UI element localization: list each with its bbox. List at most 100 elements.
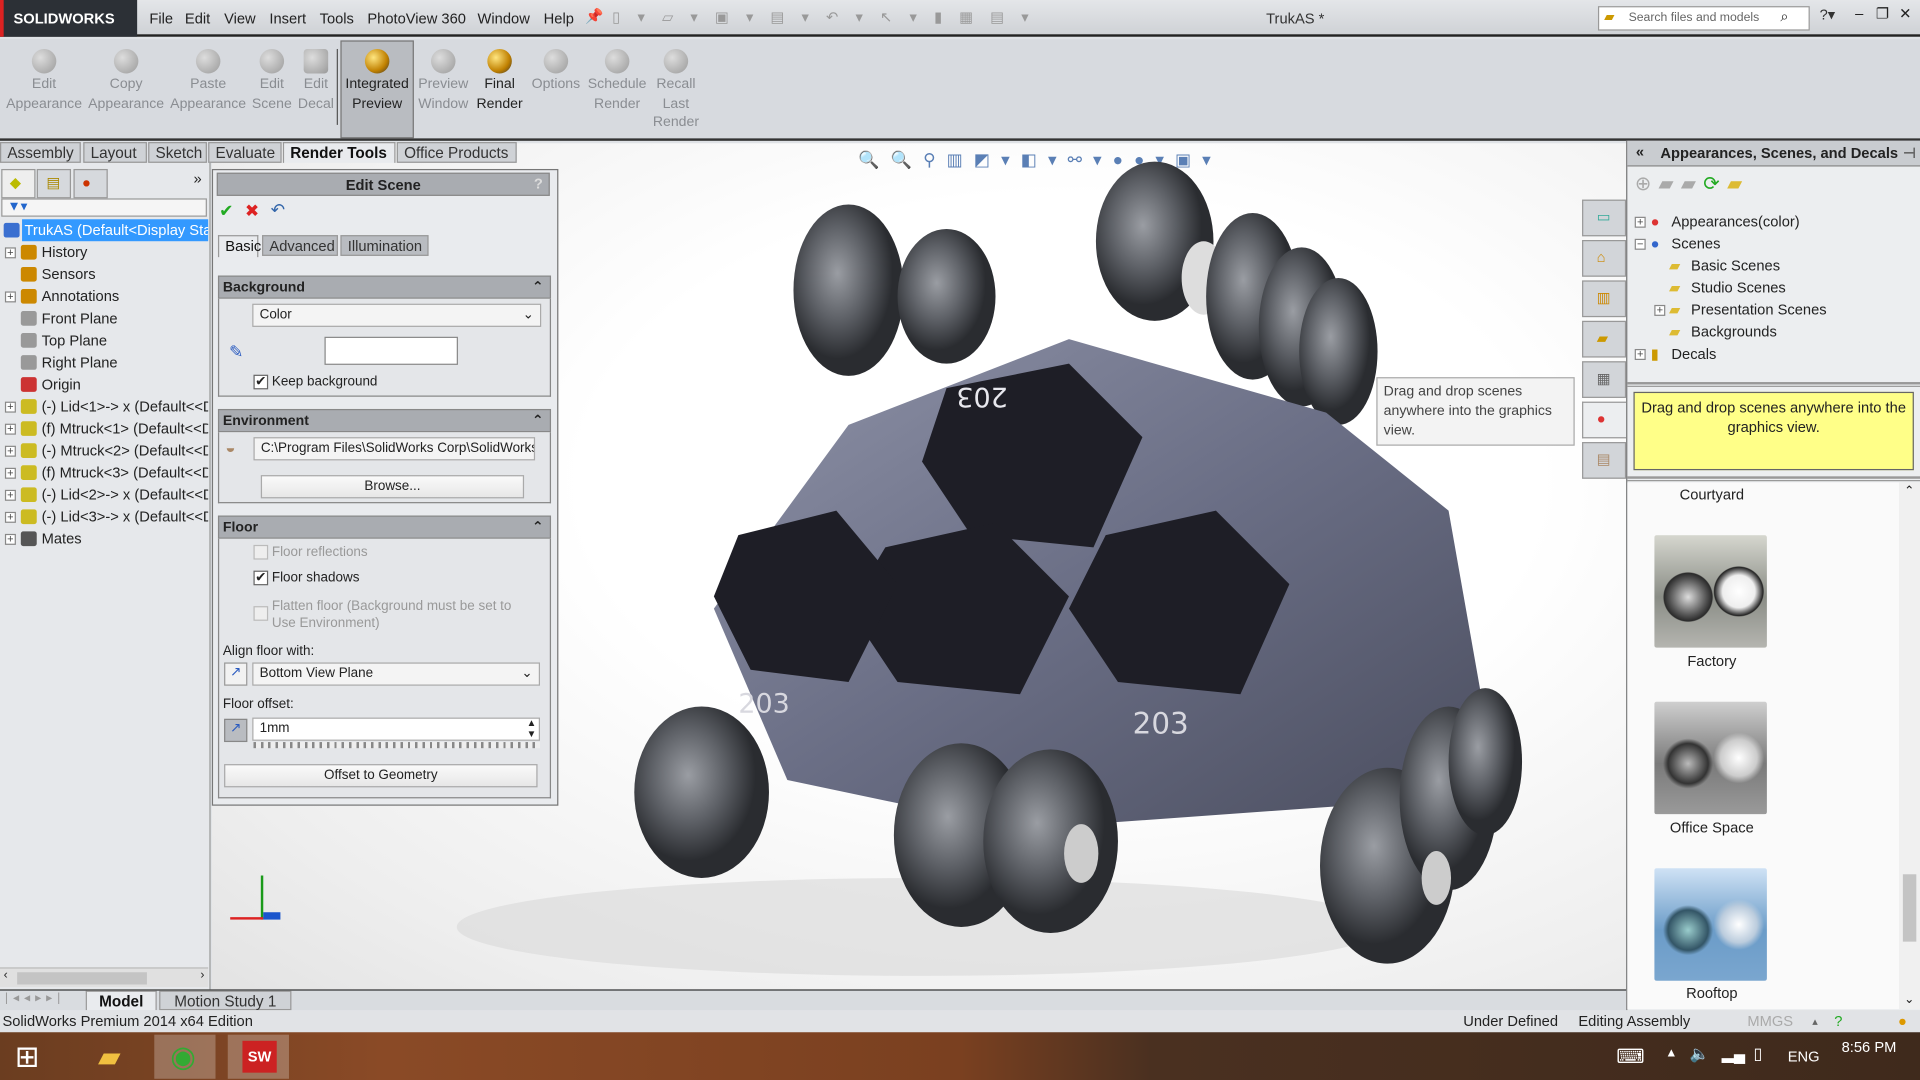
scene-thumb-factory[interactable] [1654,535,1767,648]
expand-icon[interactable]: + [4,401,16,413]
vertical-scrollbar[interactable]: ⌃ ⌄ [1899,482,1920,1009]
search-input[interactable]: Search files and models [1597,6,1810,31]
subtab-illumination[interactable]: Illumination [340,235,429,256]
ok-check-icon[interactable]: ✔ [219,201,233,222]
pin-icon[interactable]: ⊣ [1903,141,1916,167]
background-type-select[interactable]: Color ⌄ [252,303,542,327]
units-selector[interactable]: MMGS [1747,1010,1793,1032]
scene-thumb-rooftop[interactable] [1654,868,1767,981]
collapse-icon[interactable]: − [1634,238,1646,250]
tree-item-appearances[interactable]: + ● Appearances(color) [1634,211,1880,233]
environment-header[interactable]: Environment ⌃ [217,408,552,433]
expand-icon[interactable]: + [1634,348,1646,361]
open-folder-icon[interactable]: ▰ [1727,174,1749,195]
help-icon[interactable]: ?▾ [1820,6,1836,23]
file-explorer-taskbar[interactable]: ▰ [86,1035,147,1079]
integrated-preview-button[interactable]: Integrated Preview [342,44,413,114]
new-folder-icon[interactable]: ▰ [1658,174,1680,195]
tree-item[interactable]: + Annotations [0,285,208,307]
solidworks-logo[interactable]: SOLIDWORKS [0,0,138,37]
floor-shadows-checkbox[interactable]: ✔ [253,570,269,586]
tab-scroll-arrows[interactable]: |◂◂▸▸| [5,992,65,1005]
tree-root[interactable]: TrukAS (Default<Display State-1>) [0,219,209,242]
tab-model[interactable]: Model [85,990,157,1011]
tree-item[interactable]: Origin [0,373,208,395]
offset-thumbwheel[interactable] [253,742,541,749]
tree-item-decals[interactable]: + ▮ Decals [1634,343,1880,365]
final-render-button[interactable]: Final Render [475,44,524,114]
keep-background-checkbox[interactable]: ✔ [253,374,269,390]
feature-manager-tab[interactable]: ◆ [1,168,36,199]
expand-icon[interactable]: + [4,291,16,303]
library-tab[interactable]: ▥ [1582,280,1627,318]
rebuild-icon[interactable]: ● [1898,1010,1907,1032]
background-color-swatch[interactable] [324,336,458,365]
menu-photoview[interactable]: PhotoView 360 [367,10,466,27]
tree-item[interactable]: Front Plane [0,307,208,329]
tree-item[interactable]: + (-) Lid<3>-> x (Default<<Default> [0,506,208,528]
clock[interactable]: 8:56 PM [1842,1038,1897,1055]
quick-access-toolbar[interactable]: ▯▾▱▾▣▾▤▾↶▾↖▾▮▦▤▾ [612,9,1028,29]
eyedropper-icon[interactable]: ✎ [229,342,243,363]
menu-insert[interactable]: Insert [269,10,306,27]
tab-render-tools[interactable]: Render Tools [282,142,396,163]
restore-icon[interactable]: ❐ [1876,5,1889,22]
flatten-floor-checkbox[interactable] [253,606,269,621]
schedule-render-button[interactable]: Schedule Render [588,44,647,114]
language-indicator[interactable]: ENG [1788,1048,1820,1065]
splitter[interactable] [1627,476,1920,482]
expand-icon[interactable]: + [4,533,16,545]
view-palette-tab[interactable]: ▦ [1582,361,1627,398]
expand-icon[interactable]: + [1634,216,1646,228]
expand-icon[interactable]: + [4,423,16,435]
chrome-taskbar[interactable]: ◉ [154,1034,216,1079]
tree-item[interactable]: + (f) Mtruck<1> (Default<<Default> [0,418,208,440]
tree-item[interactable]: + History [0,241,208,263]
options-button[interactable]: Options [529,44,583,95]
tab-evaluate[interactable]: Evaluate [208,142,282,163]
expand-icon[interactable]: + [4,511,16,523]
tree-item[interactable]: + (-) Lid<1>-> x (Default<<Default> [0,396,208,418]
tab-sketch[interactable]: Sketch [148,142,207,163]
spin-arrows-icon[interactable]: ▲ ▼ [527,718,537,740]
help-status-icon[interactable]: ? [1834,1010,1842,1032]
tab-motion-study-1[interactable]: Motion Study 1 [159,990,292,1011]
refresh-icon[interactable]: ⟳ [1703,174,1727,195]
help-icon[interactable]: ? [534,175,543,192]
menu-window[interactable]: Window [478,10,530,27]
tab-layout[interactable]: Layout [83,142,147,163]
search-icon[interactable]: ⌕ [1780,7,1788,25]
tree-item-scenes[interactable]: − ● Scenes [1634,233,1880,255]
floor-offset-input[interactable]: 1mm ▲ ▼ [252,717,541,741]
flip-offset-icon[interactable]: ↗ [224,718,248,743]
battery-icon[interactable]: ▯ [1753,1044,1762,1064]
tree-item-basic-scenes[interactable]: ▰ Basic Scenes [1654,255,1899,277]
tree-item[interactable]: + (-) Lid<2>-> x (Default<<Default> [0,484,208,506]
collapse-icon[interactable]: ⌃ [532,517,544,539]
expand-icon[interactable]: + [4,247,16,259]
preview-window-button[interactable]: Preview Window [416,44,470,114]
add-folder-icon[interactable]: ▰ [1681,174,1703,195]
offset-to-geometry-button[interactable]: Offset to Geometry [224,764,538,788]
horizontal-scrollbar[interactable]: ‹ › [0,967,209,987]
copy-appearance-button[interactable]: Copy Appearance [87,44,165,114]
tree-item[interactable]: + (-) Mtruck<2> (Default<<Default> [0,440,208,462]
subtab-advanced[interactable]: Advanced [262,235,338,256]
paste-appearance-button[interactable]: Paste Appearance [169,44,247,114]
tree-item-studio-scenes[interactable]: ▰ Studio Scenes [1654,277,1899,299]
minimize-icon[interactable]: – [1855,5,1863,22]
solidworks-taskbar[interactable]: SW [227,1034,289,1079]
expand-icon[interactable]: + [1654,304,1666,316]
touch-keyboard-icon[interactable]: ⌨ [1616,1044,1644,1068]
menu-view[interactable]: View [224,10,256,27]
expand-icon[interactable]: + [4,445,16,457]
undo-icon[interactable]: ↶ [271,200,285,221]
environment-path-field[interactable]: C:\Program Files\SolidWorks Corp\SolidWo… [253,437,536,461]
tree-item[interactable]: Top Plane [0,329,208,351]
file-explorer-tab[interactable]: ▰ [1582,320,1627,358]
floor-header[interactable]: Floor ⌃ [217,515,552,539]
splitter[interactable] [1627,382,1920,387]
scene-thumb-office-space[interactable] [1654,701,1767,815]
property-manager-tab[interactable]: ▤ [36,168,72,199]
close-icon[interactable]: ✕ [1899,5,1911,22]
